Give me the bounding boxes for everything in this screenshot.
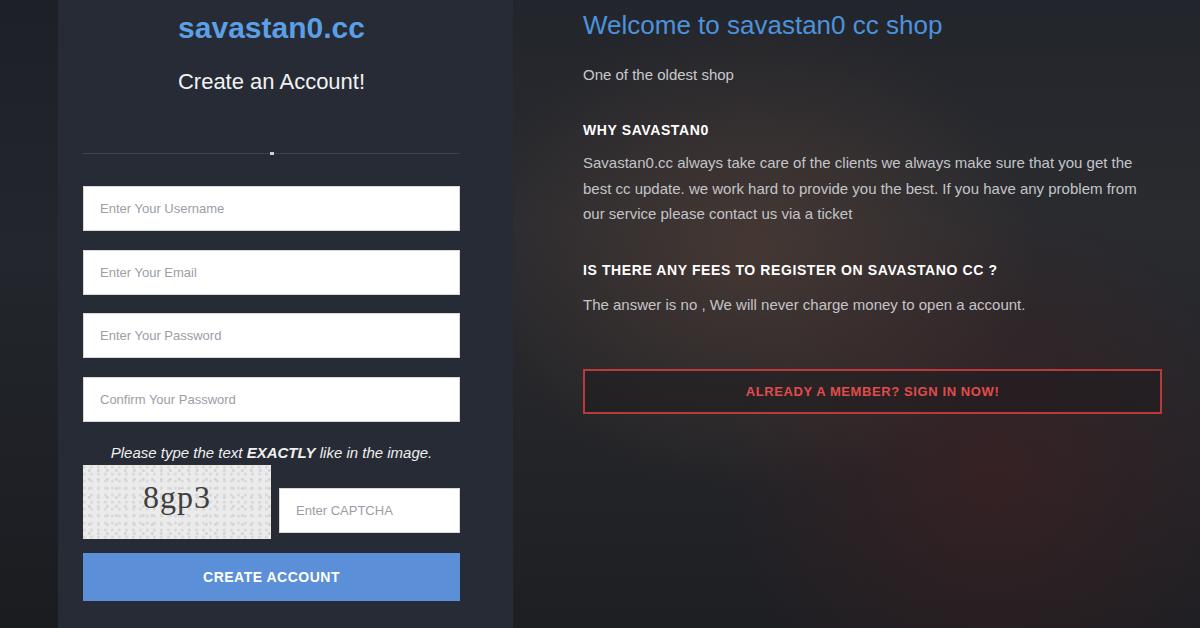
- captcha-image: 8gp3: [83, 465, 271, 539]
- form-input[interactable]: [83, 377, 460, 422]
- register-panel: savastan0.cc Create an Account! Please typ…: [58, 0, 513, 628]
- sign-in-button[interactable]: ALREADY A MEMBER? SIGN IN NOW!: [583, 369, 1162, 414]
- form-subtitle: Create an Account!: [83, 68, 460, 96]
- info-section: IS THERE ANY FEES TO REGISTER ON SAVASTA…: [583, 260, 1162, 318]
- form-input[interactable]: [83, 250, 460, 295]
- site-title: savastan0.cc: [83, 10, 460, 46]
- section-heading: WHY SAVASTAN0: [583, 120, 1162, 140]
- captcha-code: 8gp3: [143, 479, 211, 515]
- info-panel: Welcome to savastan0 cc shop One of the o…: [513, 0, 1200, 628]
- captcha-row: 8gp3: [83, 465, 460, 539]
- create-account-button[interactable]: CREATE ACCOUNT: [83, 553, 460, 601]
- captcha-emphasis: EXACTLY: [247, 444, 316, 461]
- captcha-instruction: Please type the text EXACTLY like in the…: [83, 440, 460, 465]
- page: savastan0.cc Create an Account! Please typ…: [0, 0, 1200, 628]
- divider: [83, 153, 460, 154]
- background-gutter: [0, 0, 58, 628]
- divider-dot: [270, 152, 274, 155]
- form-input[interactable]: [83, 313, 460, 358]
- form-input[interactable]: [83, 186, 460, 231]
- info-heading: Welcome to savastan0 cc shop: [583, 9, 1162, 41]
- section-body: The answer is no , We will never charge …: [583, 292, 1158, 318]
- section-body: Savastan0.cc always take care of the cli…: [583, 150, 1158, 227]
- captcha-input[interactable]: [279, 488, 460, 533]
- info-section: WHY SAVASTAN0 Savastan0.cc always take ca…: [583, 120, 1162, 227]
- info-tagline: One of the oldest shop: [583, 65, 1162, 85]
- form-fields: [83, 186, 460, 422]
- section-heading: IS THERE ANY FEES TO REGISTER ON SAVASTA…: [583, 260, 1162, 280]
